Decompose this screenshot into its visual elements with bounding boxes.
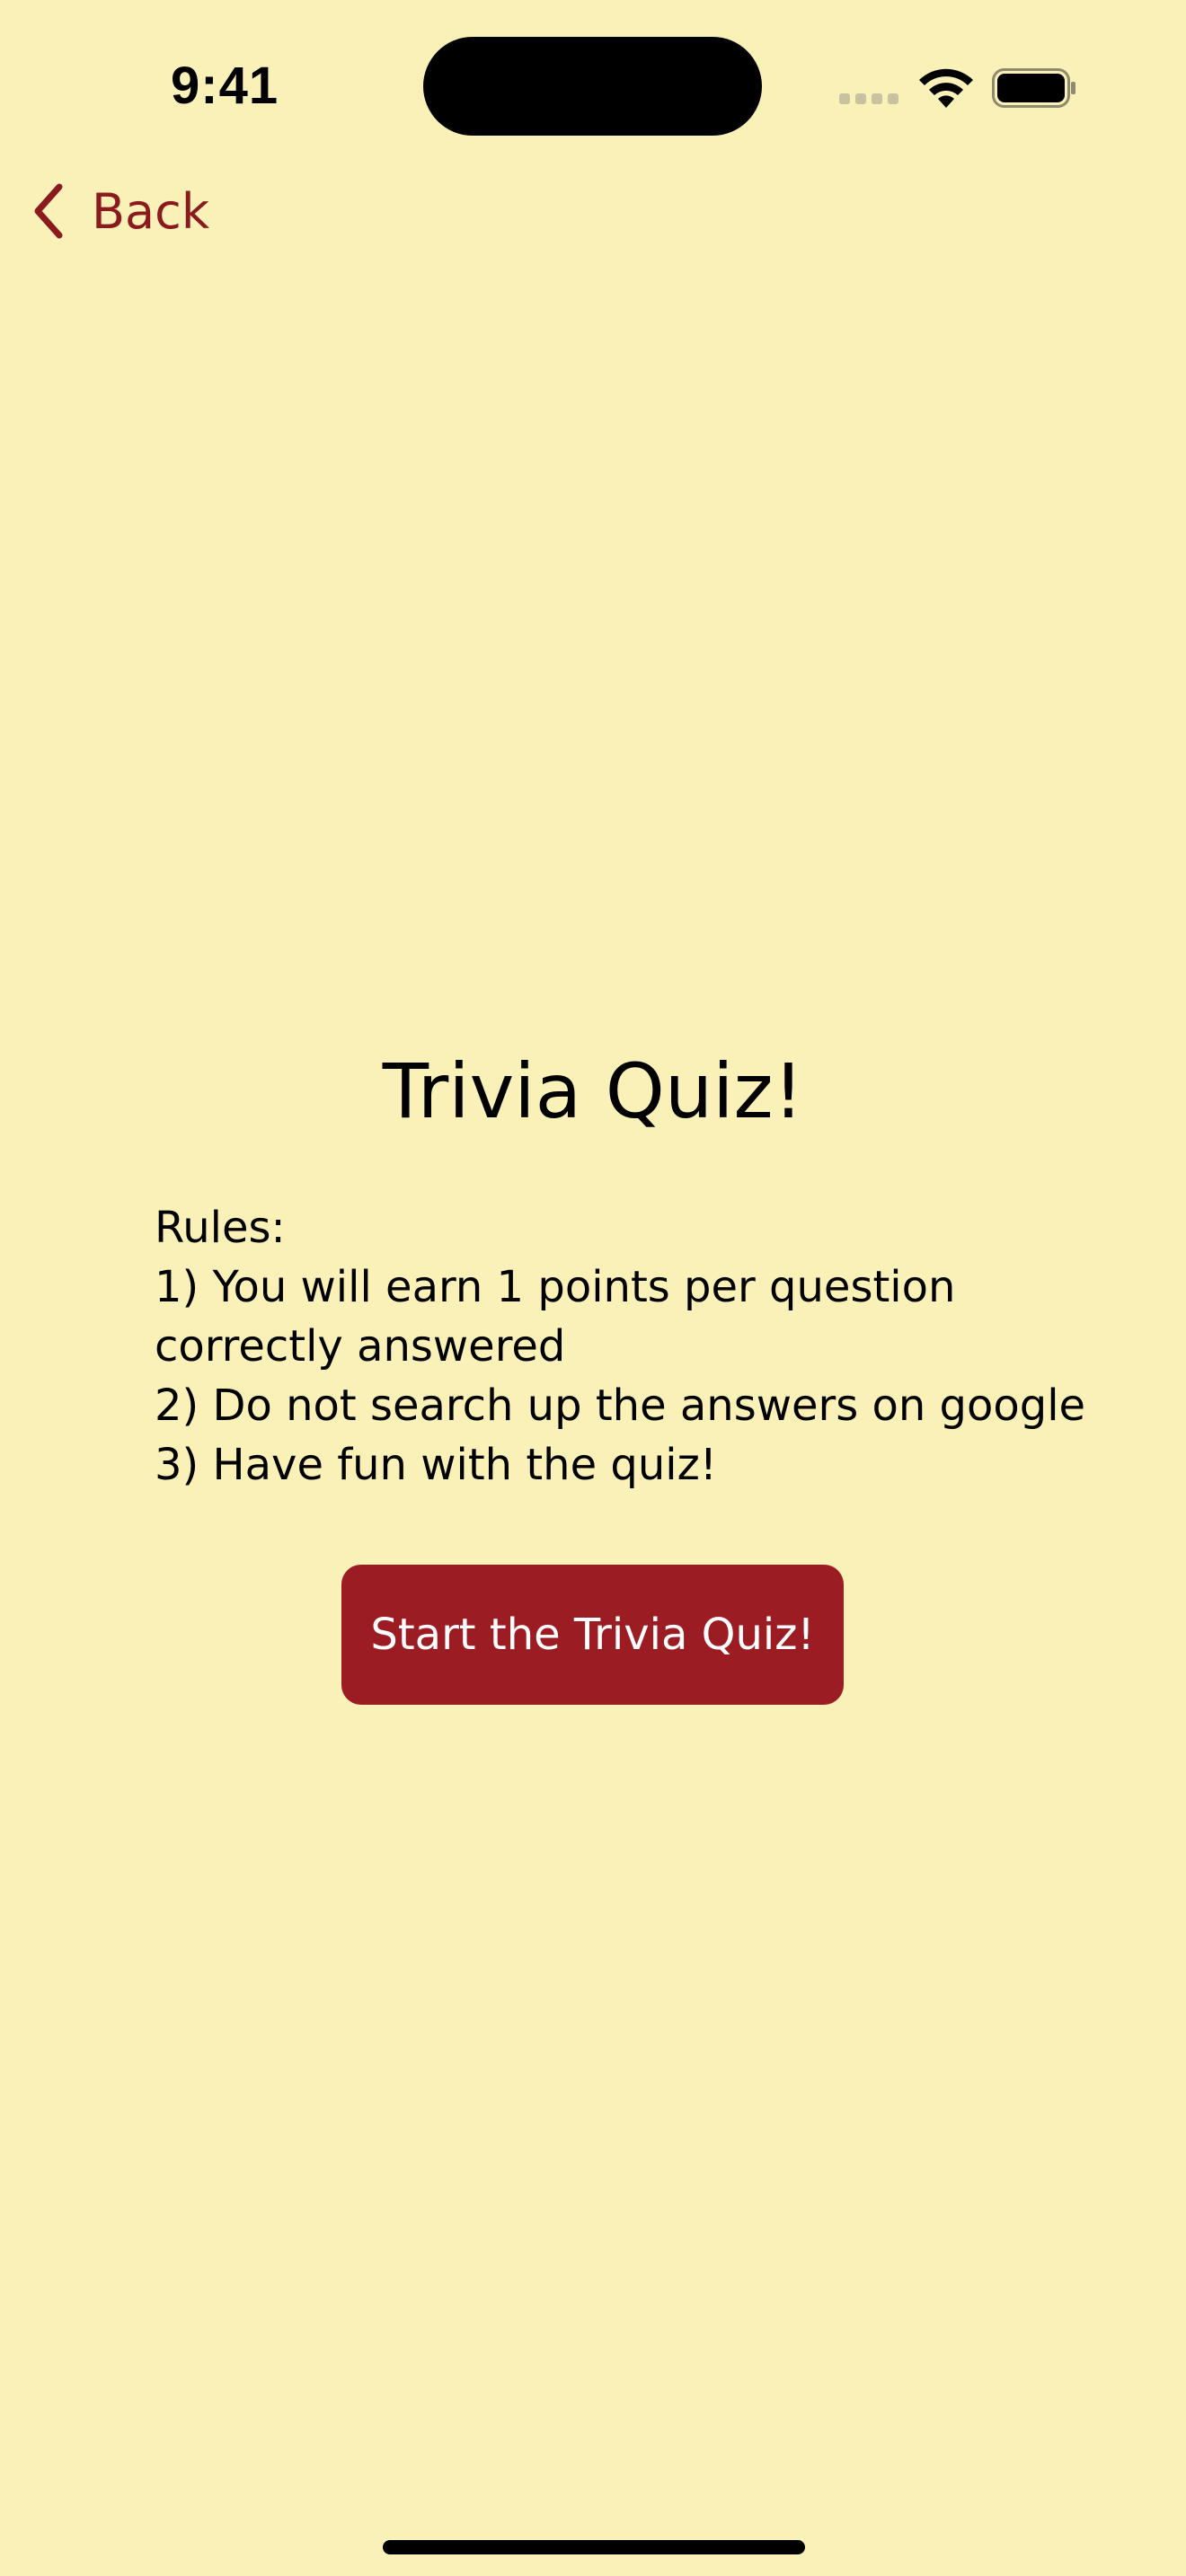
battery-icon <box>992 68 1075 108</box>
wifi-icon <box>919 68 973 108</box>
start-quiz-button[interactable]: Start the Trivia Quiz! <box>341 1565 844 1705</box>
rule-line: 2) Do not search up the answers on googl… <box>155 1381 1086 1431</box>
back-button[interactable]: Back <box>31 178 209 244</box>
rules-heading: Rules: <box>155 1203 286 1253</box>
home-indicator[interactable] <box>383 2540 805 2554</box>
cellular-signal-icon <box>839 93 898 104</box>
page-title: Trivia Quiz! <box>382 1047 804 1135</box>
chevron-left-icon <box>34 183 63 239</box>
back-label: Back <box>92 182 210 240</box>
rules-text: Rules: 1) You will earn 1 points per que… <box>155 1198 1125 1495</box>
dynamic-island <box>423 37 762 136</box>
rule-line: 1) You will earn 1 points per question <box>155 1262 956 1312</box>
rule-line: correctly answered <box>155 1321 566 1372</box>
rule-line: 3) Have fun with the quiz! <box>155 1440 718 1490</box>
status-time: 9:41 <box>171 57 279 115</box>
